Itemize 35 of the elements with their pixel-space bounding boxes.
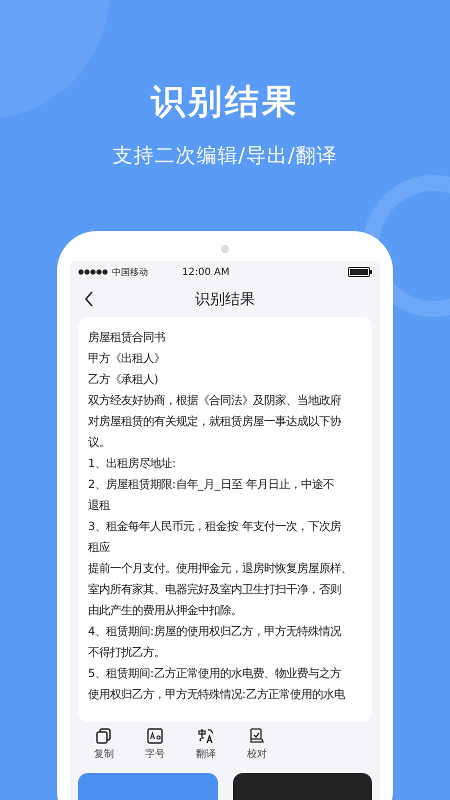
document-line: 甲方《出租人》 (88, 351, 166, 367)
tool-button[interactable]: 字号 (139, 728, 171, 761)
screen-title: 识别结果 (195, 290, 255, 308)
document-line: 由此产生的费用从押金中扣除。 (88, 603, 243, 619)
document-line: 退租 (88, 498, 111, 514)
document-line: 乙方《承租人) (88, 372, 160, 388)
translate-icon (198, 728, 214, 744)
document-line: 室内所有家其、电器完好及室内卫生打扫干净，否则 (88, 582, 342, 598)
status-time: 12:00 AM (182, 266, 230, 278)
battery-icon (348, 267, 372, 277)
promo-subtitle: 支持二次编辑/导出/翻译 (112, 142, 338, 169)
tool-button[interactable]: 翻译 (190, 728, 222, 761)
document-line: 双方经友好协商，根据《合同法》及阴家、当地政府 (88, 393, 342, 409)
checklist-icon (249, 728, 265, 744)
document-line: 不得打扰乙方。 (88, 645, 166, 661)
tool-button[interactable]: 复制 (88, 728, 120, 761)
promo-title: 识别结果 (151, 81, 299, 124)
document-line: 1、出租房尽地址: (88, 456, 177, 472)
camera-dot (221, 245, 229, 253)
carrier-name: 中国移动 (112, 266, 148, 278)
tool-button[interactable]: 校对 (241, 728, 273, 761)
copy-icon (96, 728, 112, 744)
document-line: 房屋租赁合同书 (88, 330, 166, 346)
font-size-icon (147, 728, 163, 744)
document-line: 4、租赁期间:房屋的使用权归乙方，甲方无特殊情况 (88, 624, 342, 640)
document-line: 对房屋租赁的有关规定，就租赁房屋一事达成以下协 (88, 414, 342, 430)
document-line: 2、房屋租赁期限:自年_月_日至 年月日止，中途不 (88, 477, 335, 493)
document-line: 3、租金每年人民币元，租金按 年支付一次，下次房 (88, 519, 342, 535)
document-line: 租应 (88, 540, 111, 556)
back-icon[interactable] (84, 291, 94, 307)
signal-icon (78, 269, 108, 275)
document-line: 议。 (88, 435, 111, 451)
document-line: 5、租赁期间:乙方正常使用的水电费、物业费与之方 (88, 666, 342, 682)
document-line: 使用权归乙方，甲方无特殊情况:乙方正常使用的水电 (88, 687, 346, 703)
document-line: 提前一个月支付。使用押金元，退房时恢复房屋原样、 (88, 561, 353, 577)
